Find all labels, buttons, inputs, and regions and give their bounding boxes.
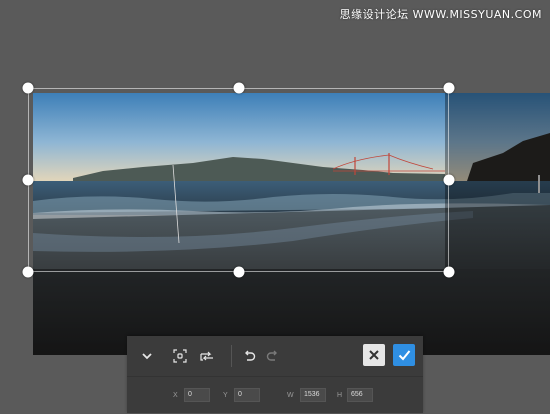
crop-handle-top-middle[interactable] [233, 82, 245, 94]
y-input[interactable]: 0 [234, 388, 260, 402]
redo-icon[interactable] [261, 344, 285, 368]
y-label: Y [223, 392, 228, 399]
w-label: W [287, 392, 294, 399]
watermark: 思缘设计论坛 WWW.MISSYUAN.COM [339, 8, 542, 21]
crop-handle-top-right[interactable] [443, 82, 455, 94]
confirm-button[interactable] [393, 344, 415, 366]
outside-crop-shade [445, 93, 550, 269]
crop-handle-bottom-right[interactable] [443, 266, 455, 278]
crop-handle-bottom-middle[interactable] [233, 266, 245, 278]
crop-handle-bottom-left[interactable] [22, 266, 34, 278]
tool-row [127, 336, 423, 376]
h-label: H [337, 392, 343, 399]
chevron-down-icon[interactable] [135, 344, 159, 368]
crop-handle-top-left[interactable] [22, 82, 34, 94]
height-input[interactable]: 656 [347, 388, 373, 402]
undo-icon[interactable] [237, 344, 261, 368]
close-icon [369, 350, 379, 360]
cancel-button[interactable] [363, 344, 385, 366]
crop-toolbar: X 0 Y 0 W 1536 H 656 [127, 336, 423, 413]
rotate-crop-icon[interactable] [195, 344, 219, 368]
crop-frame[interactable] [28, 88, 449, 272]
crop-handle-middle-right[interactable] [443, 174, 455, 186]
crop-handle-middle-left[interactable] [22, 174, 34, 186]
dimension-fields: X 0 Y 0 W 1536 H 656 [127, 376, 423, 414]
x-input[interactable]: 0 [184, 388, 210, 402]
crop-fit-icon[interactable] [168, 344, 192, 368]
width-input[interactable]: 1536 [300, 388, 326, 402]
check-icon [398, 350, 410, 361]
x-label: X [173, 392, 178, 399]
toolbar-divider [231, 345, 232, 367]
